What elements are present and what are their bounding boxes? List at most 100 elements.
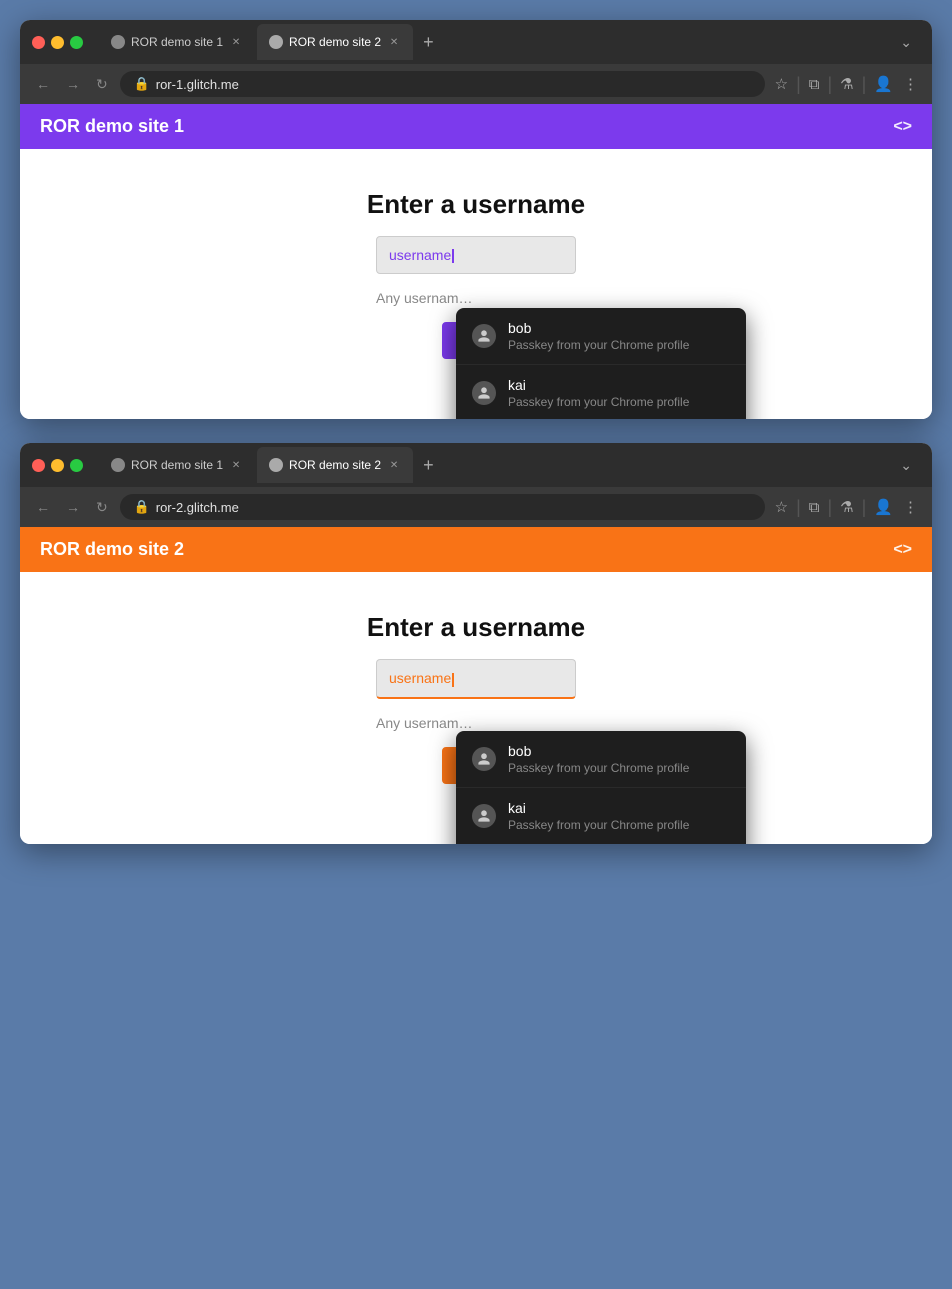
tab-2-site2[interactable]: ROR demo site 2 ✕ [257, 447, 413, 483]
passkey-subtext-bob-2: Passkey from your Chrome profile [508, 761, 689, 775]
site-header-2: ROR demo site 2 <> [20, 527, 932, 572]
new-tab-button[interactable]: + [415, 33, 442, 51]
passkey-name-bob-2: bob [508, 743, 689, 759]
user-icon-bob-2 [472, 747, 496, 771]
flask-icon-2[interactable]: ⚗ [838, 496, 855, 518]
tab-close-2a[interactable]: ✕ [229, 458, 243, 472]
maximize-button[interactable] [70, 36, 83, 49]
tab-2-site1[interactable]: ROR demo site 1 ✕ [99, 447, 255, 483]
passkey-item-bob-1[interactable]: bob Passkey from your Chrome profile [456, 308, 746, 365]
site-title-2: ROR demo site 2 [40, 539, 184, 560]
username-field-2[interactable]: username [376, 659, 576, 698]
hint-text-2: Any usernam… [376, 715, 472, 731]
address-actions-1: ☆ | ⧉ | ⚗ | 👤 ⋮ [773, 73, 920, 95]
code-icon-2[interactable]: <> [893, 541, 912, 559]
tab-favicon-2b [269, 458, 283, 472]
title-bar-1: ROR demo site 1 ✕ ROR demo site 2 ✕ + ⌄ [20, 20, 932, 64]
minimize-button[interactable] [51, 36, 64, 49]
address-actions-2: ☆ | ⧉ | ⚗ | 👤 ⋮ [773, 496, 920, 518]
separator3: | [862, 74, 867, 95]
extensions-icon-2[interactable]: ⧉ [807, 497, 822, 518]
tabs-container-2: ROR demo site 1 ✕ ROR demo site 2 ✕ + ⌄ [99, 447, 920, 483]
lock-icon-2: 🔒 [134, 499, 150, 515]
tab-1-site1[interactable]: ROR demo site 1 ✕ [99, 24, 255, 60]
tab-1-site2[interactable]: ROR demo site 2 ✕ [257, 24, 413, 60]
passkey-subtext-bob-1: Passkey from your Chrome profile [508, 338, 689, 352]
tab-label-active: ROR demo site 2 [289, 35, 381, 49]
username-input-wrapper-2: username bob Passkey from your Chrome pr… [376, 659, 576, 698]
profile-icon[interactable]: 👤 [872, 73, 895, 95]
traffic-lights-2 [32, 459, 83, 472]
address-input-2[interactable]: 🔒 ror-2.glitch.me [120, 494, 765, 520]
url-text-2: ror-2.glitch.me [156, 500, 751, 515]
forward-button-2[interactable]: → [62, 497, 84, 517]
passkey-subtext-kai-2: Passkey from your Chrome profile [508, 818, 689, 832]
close-button-2[interactable] [32, 459, 45, 472]
forward-button[interactable]: → [62, 74, 84, 94]
passkey-name-kai-1: kai [508, 377, 689, 393]
site-title-1: ROR demo site 1 [40, 116, 184, 137]
tab-close-icon[interactable]: ✕ [229, 35, 243, 49]
tabs-dropdown-button[interactable]: ⌄ [892, 34, 920, 51]
browser-window-1: ROR demo site 1 ✕ ROR demo site 2 ✕ + ⌄ … [20, 20, 932, 419]
maximize-button-2[interactable] [70, 459, 83, 472]
separator2: | [827, 74, 832, 95]
passkey-dropdown-2: bob Passkey from your Chrome profile kai… [456, 731, 746, 843]
username-input-wrapper-1: username bob Passkey from your Chrome pr… [376, 236, 576, 274]
user-icon-kai-2 [472, 804, 496, 828]
flask-icon[interactable]: ⚗ [838, 73, 855, 95]
address-bar-2: ← → ↻ 🔒 ror-2.glitch.me ☆ | ⧉ | ⚗ | 👤 ⋮ [20, 487, 932, 527]
bookmark-icon[interactable]: ☆ [773, 73, 790, 95]
tab-label-2b: ROR demo site 2 [289, 458, 381, 472]
tab-close-2b[interactable]: ✕ [387, 458, 401, 472]
extensions-icon[interactable]: ⧉ [807, 74, 822, 95]
passkey-item-bob-2[interactable]: bob Passkey from your Chrome profile [456, 731, 746, 788]
url-text-1: ror-1.glitch.me [156, 77, 751, 92]
reload-button-2[interactable]: ↻ [92, 497, 112, 518]
tabs-dropdown-button-2[interactable]: ⌄ [892, 457, 920, 474]
passkey-subtext-kai-1: Passkey from your Chrome profile [508, 395, 689, 409]
close-button[interactable] [32, 36, 45, 49]
lock-icon: 🔒 [134, 76, 150, 92]
passkey-info-bob-1: bob Passkey from your Chrome profile [508, 320, 689, 352]
page-title-2: Enter a username [367, 612, 585, 643]
user-icon-kai-1 [472, 381, 496, 405]
address-bar-1: ← → ↻ 🔒 ror-1.glitch.me ☆ | ⧉ | ⚗ | 👤 ⋮ [20, 64, 932, 104]
back-button[interactable]: ← [32, 74, 54, 94]
tab-label: ROR demo site 1 [131, 35, 223, 49]
passkey-dropdown-1: bob Passkey from your Chrome profile kai… [456, 308, 746, 419]
separator: | [796, 74, 801, 95]
minimize-button-2[interactable] [51, 459, 64, 472]
separator-2c: | [862, 497, 867, 518]
passkey-item-kai-2[interactable]: kai Passkey from your Chrome profile [456, 788, 746, 843]
hint-text-1: Any usernam… [376, 290, 472, 306]
address-input-1[interactable]: 🔒 ror-1.glitch.me [120, 71, 765, 97]
cursor-1 [452, 249, 454, 263]
site-header-1: ROR demo site 1 <> [20, 104, 932, 149]
bookmark-icon-2[interactable]: ☆ [773, 496, 790, 518]
new-tab-button-2[interactable]: + [415, 456, 442, 474]
tab-favicon [111, 35, 125, 49]
page-content-2: Enter a username username bob Passkey fr… [20, 572, 932, 843]
separator-2b: | [827, 497, 832, 518]
tab-close-icon-active[interactable]: ✕ [387, 35, 401, 49]
back-button-2[interactable]: ← [32, 497, 54, 517]
tab-favicon-active [269, 35, 283, 49]
title-bar-2: ROR demo site 1 ✕ ROR demo site 2 ✕ + ⌄ [20, 443, 932, 487]
passkey-info-kai-2: kai Passkey from your Chrome profile [508, 800, 689, 832]
tabs-container-1: ROR demo site 1 ✕ ROR demo site 2 ✕ + ⌄ [99, 24, 920, 60]
reload-button[interactable]: ↻ [92, 74, 112, 95]
separator-2a: | [796, 497, 801, 518]
page-title-1: Enter a username [367, 189, 585, 220]
passkey-name-bob-1: bob [508, 320, 689, 336]
passkey-info-kai-1: kai Passkey from your Chrome profile [508, 377, 689, 409]
tab-favicon-2a [111, 458, 125, 472]
passkey-name-kai-2: kai [508, 800, 689, 816]
passkey-item-kai-1[interactable]: kai Passkey from your Chrome profile [456, 365, 746, 419]
menu-icon-2[interactable]: ⋮ [901, 496, 920, 518]
passkey-info-bob-2: bob Passkey from your Chrome profile [508, 743, 689, 775]
profile-icon-2[interactable]: 👤 [872, 496, 895, 518]
username-field-1[interactable]: username [376, 236, 576, 274]
code-icon-1[interactable]: <> [893, 118, 912, 136]
menu-icon[interactable]: ⋮ [901, 73, 920, 95]
